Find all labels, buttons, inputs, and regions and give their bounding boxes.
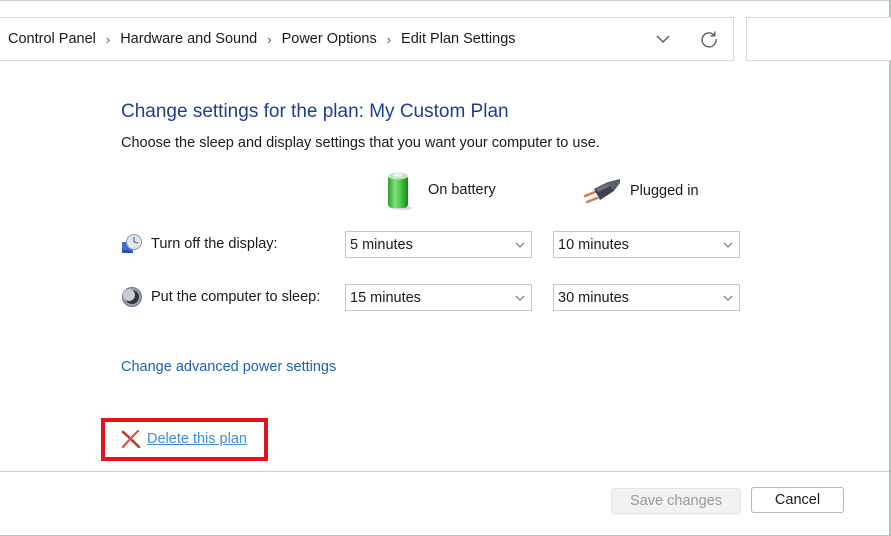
select-value: 10 minutes (558, 236, 629, 253)
display-off-plugged-in-select[interactable]: 10 minutes (553, 231, 740, 258)
chevron-down-icon (515, 295, 525, 301)
display-clock-icon (122, 234, 142, 253)
breadcrumb-hardware-and-sound[interactable]: Hardware and Sound (120, 31, 257, 47)
plugged-in-label: Plugged in (630, 183, 699, 199)
breadcrumb: Control Panel › Hardware and Sound › Pow… (0, 31, 733, 47)
edit-plan-settings-window: Control Panel › Hardware and Sound › Pow… (0, 0, 891, 536)
sleep-label: Put the computer to sleep: (121, 286, 320, 308)
address-history-dropdown-button[interactable] (648, 24, 678, 54)
display-off-on-battery-select[interactable]: 5 minutes (345, 231, 532, 258)
sleep-moon-icon (122, 287, 142, 307)
address-bar[interactable]: Control Panel › Hardware and Sound › Pow… (0, 17, 734, 61)
chevron-down-icon (515, 242, 525, 248)
page-title: Change settings for the plan: My Custom … (121, 101, 509, 122)
delete-x-icon (121, 430, 141, 448)
change-advanced-power-settings-link[interactable]: Change advanced power settings (121, 359, 336, 375)
select-value: 15 minutes (350, 289, 421, 306)
chevron-down-icon (723, 295, 733, 301)
search-input[interactable] (746, 17, 891, 61)
column-header-on-battery: On battery (384, 169, 496, 211)
refresh-icon (701, 31, 717, 48)
sleep-text: Put the computer to sleep: (151, 289, 321, 305)
breadcrumb-separator-icon: › (267, 31, 272, 47)
on-battery-label: On battery (428, 182, 496, 198)
turn-off-display-label: Turn off the display: (121, 233, 278, 255)
sleep-on-battery-select[interactable]: 15 minutes (345, 284, 532, 311)
breadcrumb-separator-icon: › (386, 31, 392, 47)
select-value: 30 minutes (558, 289, 629, 306)
save-changes-button[interactable]: Save changes (611, 488, 741, 514)
delete-plan-text: Delete this plan (147, 431, 247, 447)
turn-off-display-text: Turn off the display: (151, 236, 278, 252)
chevron-down-icon (656, 35, 670, 43)
column-header-plugged-in: Plugged in (582, 177, 699, 205)
breadcrumb-separator-icon: › (105, 31, 111, 47)
cancel-button[interactable]: Cancel (751, 487, 844, 513)
battery-icon (388, 172, 412, 210)
refresh-button[interactable] (694, 24, 724, 54)
breadcrumb-power-options[interactable]: Power Options (282, 31, 377, 47)
breadcrumb-edit-plan-settings[interactable]: Edit Plan Settings (401, 31, 515, 47)
delete-plan-link[interactable]: Delete this plan (121, 430, 247, 448)
select-value: 5 minutes (350, 236, 413, 253)
power-plug-icon (583, 179, 620, 204)
breadcrumb-control-panel[interactable]: Control Panel (8, 31, 96, 47)
sleep-plugged-in-select[interactable]: 30 minutes (553, 284, 740, 311)
page-subtitle: Choose the sleep and display settings th… (121, 135, 600, 151)
chevron-down-icon (723, 242, 733, 248)
